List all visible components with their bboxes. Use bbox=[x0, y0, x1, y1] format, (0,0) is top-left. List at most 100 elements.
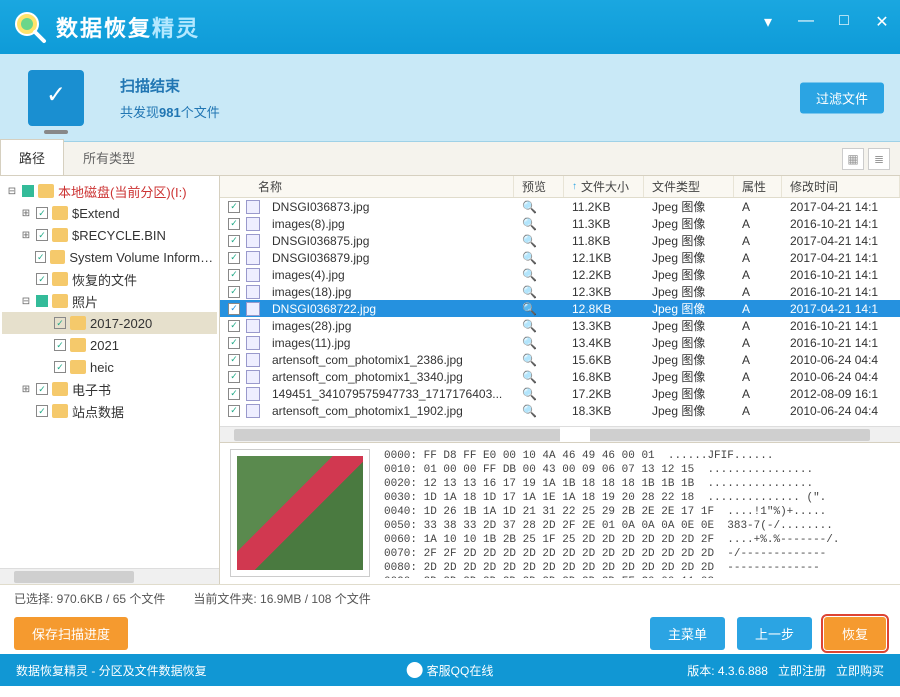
tree-item[interactable]: ✓heic bbox=[2, 356, 217, 378]
file-checkbox[interactable]: ✓ bbox=[228, 337, 240, 349]
preview-icon[interactable]: 🔍 bbox=[514, 370, 564, 384]
maximize-button[interactable]: □ bbox=[834, 12, 854, 32]
tree-root[interactable]: ⊟本地磁盘(当前分区)(I:) bbox=[2, 180, 217, 202]
column-mtime[interactable]: 修改时间 bbox=[782, 176, 900, 197]
file-checkbox[interactable]: ✓ bbox=[228, 388, 240, 400]
preview-icon[interactable]: 🔍 bbox=[514, 217, 564, 231]
file-attr: A bbox=[734, 285, 782, 299]
file-row[interactable]: ✓DNSGI036875.jpg🔍11.8KBJpeg 图像A2017-04-2… bbox=[220, 232, 900, 249]
file-checkbox[interactable]: ✓ bbox=[228, 405, 240, 417]
folder-icon bbox=[52, 404, 68, 418]
tree-item[interactable]: ⊞✓$Extend bbox=[2, 202, 217, 224]
tree-item[interactable]: ✓System Volume Information bbox=[2, 246, 217, 268]
folder-icon bbox=[52, 206, 68, 220]
tree-item[interactable]: ⊞✓$RECYCLE.BIN bbox=[2, 224, 217, 246]
file-row[interactable]: ✓images(28).jpg🔍13.3KBJpeg 图像A2016-10-21… bbox=[220, 317, 900, 334]
file-list[interactable]: ✓DNSGI036873.jpg🔍11.2KBJpeg 图像A2017-04-2… bbox=[220, 198, 900, 426]
file-checkbox[interactable]: ✓ bbox=[228, 235, 240, 247]
preview-icon[interactable]: 🔍 bbox=[514, 302, 564, 316]
tree-scrollbar[interactable] bbox=[0, 568, 219, 584]
folder-icon bbox=[70, 338, 86, 352]
buy-link[interactable]: 立即购买 bbox=[836, 662, 884, 679]
file-mtime: 2010-06-24 04:4 bbox=[782, 353, 900, 367]
file-type: Jpeg 图像 bbox=[644, 334, 734, 351]
file-checkbox[interactable]: ✓ bbox=[228, 201, 240, 213]
view-list-button[interactable]: ≣ bbox=[868, 148, 890, 170]
file-checkbox[interactable]: ✓ bbox=[228, 371, 240, 383]
tree-item-selected[interactable]: ✓2017-2020 bbox=[2, 312, 217, 334]
preview-icon[interactable]: 🔍 bbox=[514, 387, 564, 401]
tab-path[interactable]: 路径 bbox=[0, 139, 64, 175]
file-checkbox[interactable]: ✓ bbox=[228, 218, 240, 230]
preview-icon[interactable]: 🔍 bbox=[514, 319, 564, 333]
column-size[interactable]: ↑文件大小 bbox=[564, 176, 644, 197]
file-row[interactable]: ✓DNSGI036873.jpg🔍11.2KBJpeg 图像A2017-04-2… bbox=[220, 198, 900, 215]
file-row[interactable]: ✓DNSGI0368722.jpg🔍12.8KBJpeg 图像A2017-04-… bbox=[220, 300, 900, 317]
file-mtime: 2016-10-21 14:1 bbox=[782, 319, 900, 333]
version-label: 版本: 4.3.6.888 bbox=[687, 662, 768, 679]
column-type[interactable]: 文件类型 bbox=[644, 176, 734, 197]
preview-icon[interactable]: 🔍 bbox=[514, 251, 564, 265]
preview-icon[interactable]: 🔍 bbox=[514, 285, 564, 299]
file-row[interactable]: ✓images(18).jpg🔍12.3KBJpeg 图像A2016-10-21… bbox=[220, 283, 900, 300]
file-mtime: 2017-04-21 14:1 bbox=[782, 234, 900, 248]
column-name[interactable]: 名称 bbox=[220, 176, 514, 197]
preview-icon[interactable]: 🔍 bbox=[514, 353, 564, 367]
file-checkbox[interactable]: ✓ bbox=[228, 252, 240, 264]
file-row[interactable]: ✓images(11).jpg🔍13.4KBJpeg 图像A2016-10-21… bbox=[220, 334, 900, 351]
preview-panel: 0000: FF D8 FF E0 00 10 4A 46 49 46 00 0… bbox=[220, 442, 900, 584]
file-size: 15.6KB bbox=[564, 353, 644, 367]
file-checkbox[interactable]: ✓ bbox=[228, 354, 240, 366]
folder-icon bbox=[52, 228, 68, 242]
file-type: Jpeg 图像 bbox=[644, 198, 734, 215]
tree-item[interactable]: ⊞✓电子书 bbox=[2, 378, 217, 400]
preview-icon[interactable]: 🔍 bbox=[514, 404, 564, 418]
close-button[interactable]: ✕ bbox=[872, 12, 892, 32]
tree-item[interactable]: ✓恢复的文件 bbox=[2, 268, 217, 290]
file-row[interactable]: ✓images(8).jpg🔍11.3KBJpeg 图像A2016-10-21 … bbox=[220, 215, 900, 232]
file-name: DNSGI036879.jpg bbox=[264, 251, 514, 265]
hex-dump: 0000: FF D8 FF E0 00 10 4A 46 49 46 00 0… bbox=[384, 449, 890, 578]
preview-icon[interactable]: 🔍 bbox=[514, 268, 564, 282]
dropdown-icon[interactable]: ▾ bbox=[758, 12, 778, 32]
file-checkbox[interactable]: ✓ bbox=[228, 320, 240, 332]
minimize-button[interactable]: — bbox=[796, 12, 816, 32]
file-row[interactable]: ✓artensoft_com_photomix1_1902.jpg🔍18.3KB… bbox=[220, 402, 900, 419]
save-progress-button[interactable]: 保存扫描进度 bbox=[14, 617, 128, 650]
recover-button[interactable]: 恢复 bbox=[824, 617, 886, 650]
preview-icon[interactable]: 🔍 bbox=[514, 200, 564, 214]
prev-button[interactable]: 上一步 bbox=[737, 617, 812, 650]
column-attr[interactable]: 属性 bbox=[734, 176, 782, 197]
qq-support-link[interactable]: 客服QQ在线 bbox=[407, 662, 494, 679]
file-row[interactable]: ✓DNSGI036879.jpg🔍12.1KBJpeg 图像A2017-04-2… bbox=[220, 249, 900, 266]
tree-item-photos[interactable]: ⊟照片 bbox=[2, 290, 217, 312]
file-checkbox[interactable]: ✓ bbox=[228, 269, 240, 281]
file-size: 12.2KB bbox=[564, 268, 644, 282]
file-row[interactable]: ✓artensoft_com_photomix1_3340.jpg🔍16.8KB… bbox=[220, 368, 900, 385]
tree-item[interactable]: ✓站点数据 bbox=[2, 400, 217, 422]
file-scrollbar[interactable] bbox=[220, 426, 900, 442]
file-size: 16.8KB bbox=[564, 370, 644, 384]
tab-all-types[interactable]: 所有类型 bbox=[64, 139, 154, 175]
register-link[interactable]: 立即注册 bbox=[778, 662, 826, 679]
file-icon bbox=[246, 234, 260, 248]
tree-item[interactable]: ✓2021 bbox=[2, 334, 217, 356]
file-attr: A bbox=[734, 370, 782, 384]
folder-icon bbox=[70, 360, 86, 374]
file-mtime: 2017-04-21 14:1 bbox=[782, 302, 900, 316]
view-grid-button[interactable]: ▦ bbox=[842, 148, 864, 170]
file-row[interactable]: ✓images(4).jpg🔍12.2KBJpeg 图像A2016-10-21 … bbox=[220, 266, 900, 283]
column-preview[interactable]: 预览 bbox=[514, 176, 564, 197]
preview-icon[interactable]: 🔍 bbox=[514, 234, 564, 248]
preview-icon[interactable]: 🔍 bbox=[514, 336, 564, 350]
tab-row: 路径 所有类型 ▦ ≣ bbox=[0, 142, 900, 176]
file-checkbox[interactable]: ✓ bbox=[228, 303, 240, 315]
main-menu-button[interactable]: 主菜单 bbox=[650, 617, 725, 650]
file-attr: A bbox=[734, 217, 782, 231]
file-checkbox[interactable]: ✓ bbox=[228, 286, 240, 298]
file-row[interactable]: ✓artensoft_com_photomix1_2386.jpg🔍15.6KB… bbox=[220, 351, 900, 368]
file-size: 12.1KB bbox=[564, 251, 644, 265]
file-icon bbox=[246, 302, 260, 316]
filter-files-button[interactable]: 过滤文件 bbox=[800, 82, 884, 113]
file-row[interactable]: ✓149451_341079575947733_1717176403...🔍17… bbox=[220, 385, 900, 402]
